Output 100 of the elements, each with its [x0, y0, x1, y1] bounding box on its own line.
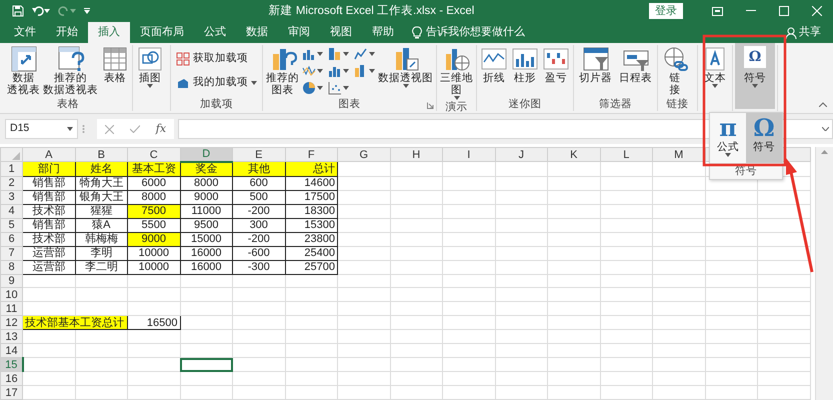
ribbon-button[interactable]: 切片器: [578, 45, 613, 85]
ribbon-button[interactable]: 数据透视图: [377, 45, 434, 89]
ribbon-tab[interactable]: 插入: [88, 22, 130, 43]
name-box[interactable]: D15: [5, 119, 78, 139]
row-header[interactable]: 9: [0, 274, 22, 288]
ribbon-tab[interactable]: 数据: [236, 22, 278, 43]
row-header[interactable]: 14: [0, 344, 22, 358]
pivot-table-icon: [10, 46, 38, 72]
row-header[interactable]: 8: [0, 260, 22, 274]
ribbon-tab[interactable]: 公式: [194, 22, 236, 43]
column-header[interactable]: L: [600, 148, 652, 162]
insert-function-button[interactable]: fx: [156, 120, 166, 138]
ribbon-button[interactable]: 推荐的 图表: [265, 45, 300, 97]
login-button[interactable]: 登录: [649, 3, 683, 19]
ribbon-tab[interactable]: 文件: [4, 22, 46, 43]
maximize-icon: [778, 6, 788, 16]
column-header[interactable]: A: [22, 148, 75, 162]
ribbon-button[interactable]: 表格: [100, 45, 130, 85]
table-cell: 猿A: [75, 218, 128, 232]
ribbon-button[interactable]: 数据 透视表: [6, 45, 41, 97]
column-header[interactable]: F: [285, 148, 338, 162]
expand-icon: [822, 127, 829, 131]
chart-type-button[interactable]: [353, 46, 376, 62]
ribbon-tab[interactable]: 帮助: [362, 22, 404, 43]
row-header[interactable]: 7: [0, 246, 22, 260]
vertical-scrollbar[interactable]: [814, 147, 833, 400]
row-header[interactable]: 1: [0, 162, 22, 176]
ribbon-tab[interactable]: 页面布局: [130, 22, 194, 43]
close-icon: [812, 6, 822, 16]
ribbon-button[interactable]: 柱形: [510, 45, 540, 85]
row-header[interactable]: 3: [0, 190, 22, 204]
chart-type-button[interactable]: [353, 63, 376, 79]
row-header[interactable]: 16: [0, 372, 22, 386]
table-cell: 16500: [128, 316, 180, 330]
column-header[interactable]: J: [495, 148, 548, 162]
row-header[interactable]: 13: [0, 330, 22, 344]
share-button[interactable]: 共享: [780, 22, 827, 43]
ribbon-tab[interactable]: 视图: [320, 22, 362, 43]
caret-icon: [369, 69, 375, 73]
ribbon-button[interactable]: 折线: [479, 45, 509, 85]
column-header[interactable]: H: [390, 148, 442, 162]
chart-type-button[interactable]: [301, 80, 324, 96]
table-cell: 李明: [75, 246, 128, 260]
table-cell: 姓名: [75, 162, 128, 176]
row-header[interactable]: 11: [0, 302, 22, 316]
ribbon-button[interactable]: 链 接: [660, 45, 690, 97]
row-header[interactable]: 6: [0, 232, 22, 246]
column-chart-icon: [302, 47, 316, 61]
group-label: 筛选器: [599, 98, 632, 110]
ribbon-button[interactable]: Ω 符号: [735, 43, 775, 109]
table-cell: 7500: [128, 204, 180, 218]
row-header[interactable]: 10: [0, 288, 22, 302]
table-cell: 5500: [128, 218, 180, 232]
ribbon-button[interactable]: 盈亏: [541, 45, 571, 85]
column-header[interactable]: E: [232, 148, 285, 162]
row-header[interactable]: 17: [0, 386, 22, 400]
column-header[interactable]: G: [338, 148, 390, 162]
column-header[interactable]: K: [548, 148, 600, 162]
column-header[interactable]: B: [75, 148, 128, 162]
active-cell[interactable]: [180, 358, 232, 372]
row-header[interactable]: 4: [0, 204, 22, 218]
column-chart-icon: [511, 46, 539, 72]
row-header[interactable]: 15: [0, 358, 22, 372]
column-header[interactable]: C: [128, 148, 180, 162]
ribbon-button[interactable]: 推荐的 数据透视表: [42, 45, 99, 97]
table-cell: 15000: [180, 232, 232, 246]
ribbon-button[interactable]: 三维地 图: [439, 45, 474, 101]
line-chart-icon: [354, 47, 368, 61]
table-cell: 8000: [180, 176, 232, 190]
ribbon-button[interactable]: 文本: [700, 45, 730, 89]
caret-icon: [317, 69, 323, 73]
row-header[interactable]: 5: [0, 218, 22, 232]
table-cell: 李二明: [75, 260, 128, 274]
table-cell: 总计: [285, 162, 338, 176]
symbol-menu-item[interactable]: π 公式: [710, 113, 746, 163]
group-label: 符号: [735, 165, 757, 177]
ribbon-button[interactable]: 插图: [135, 45, 165, 89]
table-cell: 9000: [180, 190, 232, 204]
column-header[interactable]: M: [652, 148, 705, 162]
table-cell: 技术部基本工资总计: [22, 316, 128, 330]
ribbon-tab[interactable]: 审阅: [278, 22, 320, 43]
column-header[interactable]: I: [442, 148, 495, 162]
formula-input[interactable]: [178, 119, 833, 139]
caret-icon: [454, 96, 460, 100]
chart-type-button[interactable]: [327, 46, 350, 62]
row-header[interactable]: 2: [0, 176, 22, 190]
column-header[interactable]: D: [180, 148, 232, 162]
person-icon: [786, 26, 797, 38]
ribbon-button[interactable]: 我的加载项: [173, 72, 260, 92]
caret-icon: [712, 84, 718, 88]
ribbon-button[interactable]: 获取加载项: [173, 49, 260, 69]
tell-me-search[interactable]: 告诉我你想要做什么: [426, 24, 525, 41]
ribbon-tab[interactable]: 开始: [46, 22, 88, 43]
symbol-menu-item[interactable]: Ω 符号: [746, 113, 782, 163]
table-cell: 600: [232, 176, 285, 190]
row-header[interactable]: 12: [0, 316, 22, 330]
minimize-icon: [746, 10, 756, 12]
dialog-launcher-icon: [427, 102, 434, 109]
chart-type-button[interactable]: [327, 80, 350, 96]
ribbon-button[interactable]: 日程表: [618, 45, 653, 85]
